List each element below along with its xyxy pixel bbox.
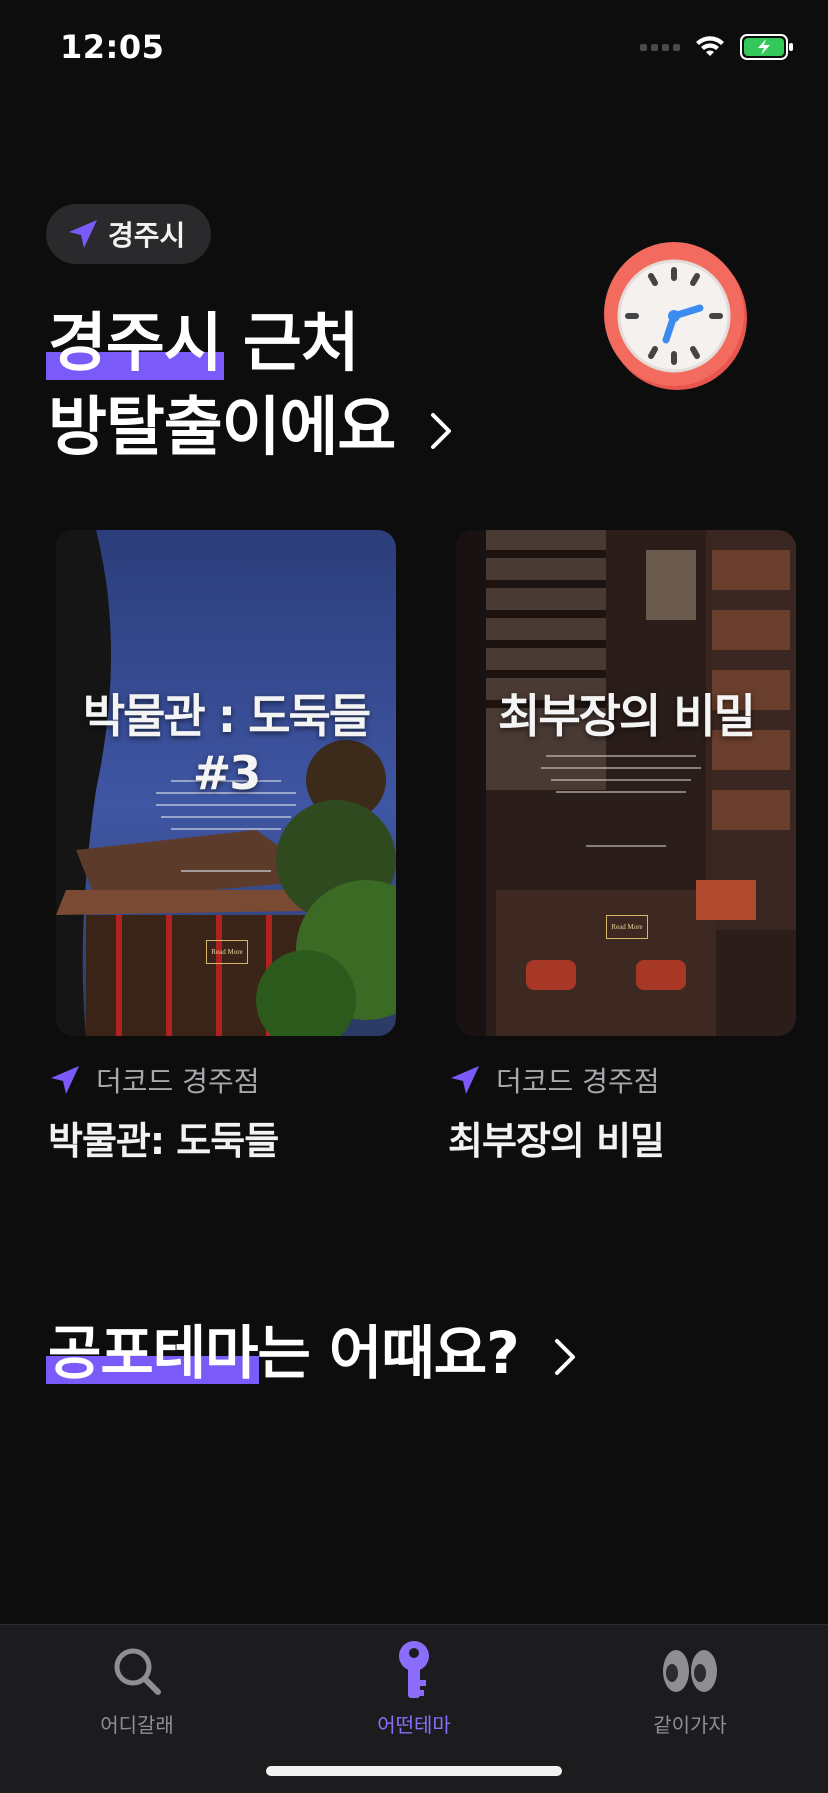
eyes-icon — [663, 1650, 717, 1692]
search-icon — [114, 1648, 161, 1695]
store-name: 더코드 경주점 — [496, 1065, 660, 1098]
headline-line1-rest: 근처 — [221, 307, 360, 381]
theme-title[interactable]: 박물관: 도둑들 — [48, 1110, 396, 1165]
tab-together[interactable]: 같이가자 — [600, 1639, 780, 1738]
status-time: 12:05 — [60, 28, 165, 66]
tab-search[interactable]: 어디갈래 — [47, 1639, 227, 1738]
headline-highlight: 경주시 — [46, 302, 224, 386]
nearby-headline[interactable]: 경주시 근처 방탈출이에요 — [46, 302, 453, 470]
theme-card[interactable]: 박물관 : 도둑들 #3 Read More 더코드 경주점 박물관: 도둑들 — [48, 530, 396, 1165]
tab-label: 같이가자 — [653, 1713, 727, 1737]
home-indicator[interactable] — [266, 1766, 562, 1776]
chevron-right-icon[interactable] — [429, 411, 453, 451]
location-arrow-icon — [69, 220, 97, 248]
poster-title: 박물관 : 도둑들 #3 — [82, 689, 371, 800]
theme-card[interactable]: 최부장의 비밀 Read More 더코드 경주점 최부장의 비밀 — [448, 530, 796, 1165]
clock-icon — [604, 242, 747, 390]
headline-line2: 방탈출이에요 — [48, 391, 396, 465]
store-location: 더코드 경주점 — [448, 1060, 796, 1100]
key-icon — [399, 1641, 429, 1698]
tab-theme[interactable]: 어떤테마 — [324, 1639, 504, 1738]
location-arrow-icon — [51, 1066, 79, 1094]
tab-label: 어떤테마 — [377, 1713, 451, 1737]
cellular-signal-icon — [640, 43, 680, 51]
status-indicators — [640, 34, 794, 60]
store-location: 더코드 경주점 — [48, 1060, 396, 1100]
tab-label: 어디갈래 — [100, 1713, 174, 1737]
location-arrow-icon — [451, 1066, 479, 1094]
section2-rest: 는 어때요? — [257, 1319, 519, 1387]
location-label: 경주시 — [108, 219, 186, 252]
location-chip[interactable]: 경주시 — [46, 204, 212, 264]
horror-theme-headline[interactable]: 공포테마는 어때요? — [45, 1306, 577, 1390]
store-name: 더코드 경주점 — [96, 1065, 260, 1098]
read-more-badge: Read More — [606, 915, 648, 939]
wifi-icon — [696, 36, 724, 56]
poster-title: 최부장의 비밀 — [498, 689, 756, 743]
read-more-badge: Read More — [206, 940, 248, 964]
theme-poster[interactable]: 최부장의 비밀 Read More — [456, 530, 796, 1036]
theme-title[interactable]: 최부장의 비밀 — [448, 1110, 796, 1165]
theme-poster[interactable]: 박물관 : 도둑들 #3 Read More — [56, 530, 396, 1036]
section2-highlight: 공포테마 — [45, 1306, 260, 1390]
chevron-right-icon[interactable] — [553, 1337, 577, 1377]
battery-charging-icon — [740, 34, 793, 60]
